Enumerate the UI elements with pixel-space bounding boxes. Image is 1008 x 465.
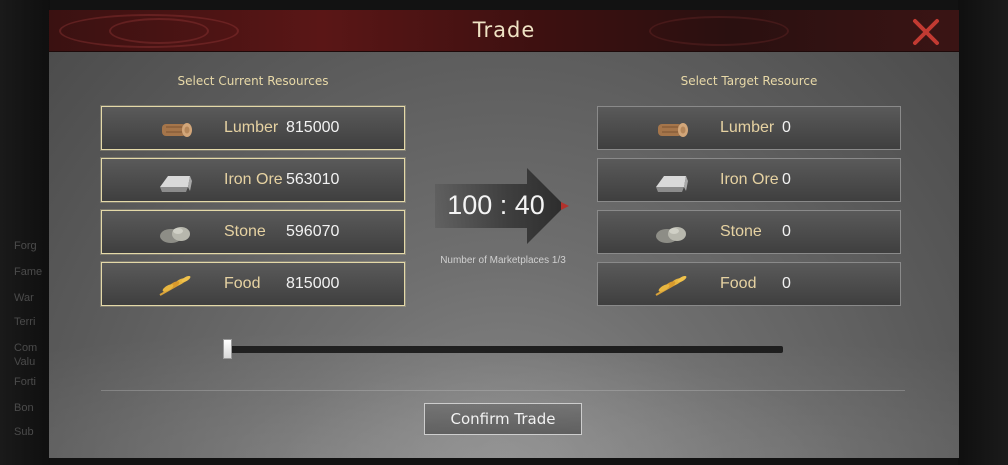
resource-name: Stone [224, 223, 266, 240]
wheat-icon [156, 271, 196, 299]
resource-amount: 596070 [286, 223, 340, 240]
resource-amount: 563010 [286, 171, 340, 188]
title-bar: Trade [49, 10, 959, 52]
target-resource-stone[interactable]: Stone 0 [597, 210, 901, 254]
current-resources-header: Select Current Resources [177, 74, 329, 88]
resource-amount: 0 [782, 275, 791, 292]
modal-title: Trade [472, 18, 536, 42]
background-label: Forg [14, 240, 37, 252]
current-resource-stone[interactable]: Stone 596070 [101, 210, 405, 254]
background-label: Terri [14, 316, 36, 328]
resource-name: Lumber [224, 119, 279, 136]
background-label: War [14, 292, 34, 304]
iron-ingot-icon [652, 167, 692, 195]
resource-name: Stone [720, 223, 762, 240]
exchange-ratio-arrow: 100 : 40 [435, 168, 571, 244]
wheat-icon [652, 271, 692, 299]
resource-amount: 0 [782, 119, 791, 136]
current-resource-iron-ore[interactable]: Iron Ore 563010 [101, 158, 405, 202]
marketplaces-count: Number of Marketplaces 1/3 [440, 255, 566, 266]
background-side-panel-right [958, 0, 1008, 465]
lumber-log-icon [652, 115, 692, 143]
background-label: Com [14, 342, 38, 354]
resource-name: Iron Ore [720, 171, 779, 188]
background-label: Forti [14, 376, 36, 388]
target-resources-header: Select Target Resource [680, 74, 818, 88]
trade-amount-slider[interactable] [223, 339, 783, 359]
resource-name: Iron Ore [224, 171, 283, 188]
resource-amount: 0 [782, 223, 791, 240]
resource-amount: 815000 [286, 119, 340, 136]
target-resource-lumber[interactable]: Lumber 0 [597, 106, 901, 150]
background-side-panel: Forg Fame War Terri Com Valu Forti Bon S… [0, 0, 50, 465]
background-label: Bon [14, 402, 34, 414]
resource-name: Food [720, 275, 757, 292]
trade-modal: Trade Select Current Resources Select Ta… [49, 10, 959, 458]
iron-ingot-icon [156, 167, 196, 195]
stone-icon [652, 219, 692, 247]
resource-amount: 815000 [286, 275, 340, 292]
current-resource-lumber[interactable]: Lumber 815000 [101, 106, 405, 150]
slider-handle[interactable] [223, 339, 232, 359]
lumber-log-icon [156, 115, 196, 143]
close-icon[interactable] [909, 15, 943, 49]
target-resource-iron-ore[interactable]: Iron Ore 0 [597, 158, 901, 202]
background-label: Valu [14, 356, 36, 368]
exchange-ratio: 100 : 40 [447, 190, 545, 220]
background-label: Sub [14, 426, 34, 438]
resource-name: Lumber [720, 119, 775, 136]
target-resource-food[interactable]: Food 0 [597, 262, 901, 306]
resource-name: Food [224, 275, 261, 292]
current-resource-food[interactable]: Food 815000 [101, 262, 405, 306]
resource-amount: 0 [782, 171, 791, 188]
background-label: Fame [14, 266, 43, 278]
confirm-trade-button[interactable]: Confirm Trade [424, 403, 582, 435]
stone-icon [156, 219, 196, 247]
divider [101, 390, 905, 391]
